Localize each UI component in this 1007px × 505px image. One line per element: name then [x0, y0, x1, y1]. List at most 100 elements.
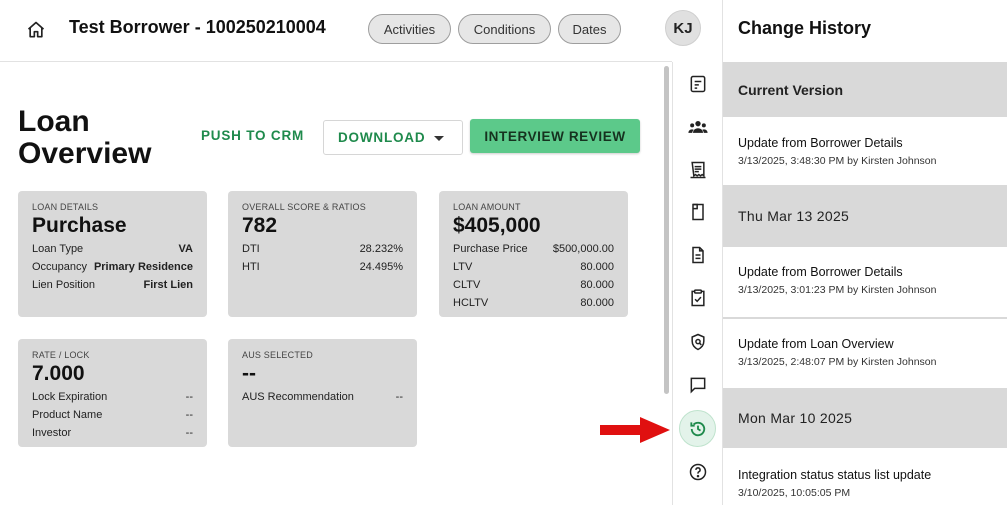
row-value: --	[395, 391, 403, 403]
user-avatar[interactable]: KJ	[665, 10, 701, 46]
interview-review-button[interactable]: INTERVIEW REVIEW	[470, 119, 640, 153]
history-date-header: Mon Mar 10 2025	[723, 388, 1007, 448]
card-row: Purchase Price $500,000.00	[453, 242, 614, 256]
card-row: HCLTV 80.000	[453, 296, 614, 310]
row-label: CLTV	[453, 279, 481, 291]
history-entry[interactable]: Integration status status list update 3/…	[723, 450, 1007, 505]
side-icon-rail	[672, 62, 722, 505]
row-value: 28.232%	[359, 243, 403, 255]
row-label: Lock Expiration	[32, 391, 108, 403]
shield-icon	[691, 333, 705, 351]
score-ratios-card: OVERALL SCORE & RATIOS 782 DTI 28.232% HT…	[228, 191, 417, 317]
document-lines-button[interactable]	[686, 243, 710, 267]
borrower-title: Test Borrower - 100250210004	[69, 17, 326, 37]
score-value: 782	[242, 214, 278, 237]
rate-lock-card: RATE / LOCK 7.000 Lock Expiration -- Prod…	[18, 339, 207, 447]
dates-button[interactable]: Dates	[558, 14, 621, 44]
document-lines-icon	[692, 246, 704, 264]
form-button[interactable]	[686, 72, 710, 96]
loan-purpose-value: Purchase	[32, 214, 127, 237]
row-value: 80.000	[580, 261, 614, 273]
home-icon	[27, 21, 45, 38]
download-label: DOWNLOAD	[338, 130, 426, 145]
top-header: Test Borrower - 100250210004 Activities …	[0, 0, 701, 62]
card-row: Lien Position First Lien	[32, 278, 193, 292]
history-entry[interactable]: Update from Borrower Details 3/13/2025, …	[723, 249, 1007, 317]
card-row: AUS Recommendation --	[242, 390, 403, 404]
history-entry-meta: 3/13/2025, 3:01:23 PM by Kirsten Johnson	[738, 284, 937, 296]
row-label: LTV	[453, 261, 473, 273]
history-date-header: Thu Mar 13 2025	[723, 185, 1007, 247]
history-icon	[689, 421, 705, 436]
row-value: 80.000	[580, 279, 614, 291]
caret-down-icon	[434, 136, 444, 141]
card-label: OVERALL SCORE & RATIOS	[242, 202, 366, 212]
people-button[interactable]	[686, 115, 710, 139]
row-value: 80.000	[580, 297, 614, 309]
home-button[interactable]	[22, 16, 50, 44]
history-entry-meta: 3/10/2025, 10:05:05 PM	[738, 487, 851, 499]
row-label: Occupancy	[32, 261, 88, 273]
current-version-header: Current Version	[723, 62, 1007, 117]
change-history-panel: Change History Current Version Update fr…	[723, 0, 1007, 505]
row-label: DTI	[242, 243, 260, 255]
chat-icon	[690, 377, 706, 394]
main-scrollbar[interactable]	[664, 66, 669, 394]
clipboard-check-button[interactable]	[686, 286, 710, 310]
receipt-button[interactable]	[686, 158, 710, 182]
row-label: HTI	[242, 261, 260, 273]
aus-selected-card: AUS SELECTED -- AUS Recommendation --	[228, 339, 417, 447]
row-label: HCLTV	[453, 297, 489, 309]
row-label: Investor	[32, 427, 72, 439]
activities-button[interactable]: Activities	[368, 14, 451, 44]
card-row: CLTV 80.000	[453, 278, 614, 292]
change-history-title: Change History	[738, 18, 872, 38]
card-label: LOAN AMOUNT	[453, 202, 521, 212]
history-entry[interactable]: Update from Borrower Details 3/13/2025, …	[723, 119, 1007, 183]
row-label: AUS Recommendation	[242, 391, 354, 403]
row-label: Loan Type	[32, 243, 84, 255]
card-label: LOAN DETAILS	[32, 202, 99, 212]
rate-value: 7.000	[32, 362, 85, 385]
history-entry-title: Update from Borrower Details	[738, 265, 903, 279]
card-row: DTI 28.232%	[242, 242, 403, 256]
help-button[interactable]	[686, 460, 710, 484]
card-row: LTV 80.000	[453, 260, 614, 274]
card-row: Product Name --	[32, 408, 193, 422]
red-arrow-icon	[600, 417, 670, 443]
row-label: Lien Position	[32, 279, 95, 291]
form-icon	[690, 75, 706, 93]
row-value: VA	[178, 243, 193, 255]
history-entry-meta: 3/13/2025, 2:48:07 PM by Kirsten Johnson	[738, 356, 937, 368]
chat-button[interactable]	[686, 373, 710, 397]
card-row: Loan Type VA	[32, 242, 193, 256]
download-button[interactable]: DOWNLOAD	[323, 120, 463, 155]
people-icon	[688, 121, 708, 133]
row-value: $500,000.00	[552, 243, 614, 255]
history-separator	[723, 317, 1007, 319]
card-row: Lock Expiration --	[32, 390, 193, 404]
row-label: Product Name	[32, 409, 103, 421]
history-entry[interactable]: Update from Loan Overview 3/13/2025, 2:4…	[723, 320, 1007, 386]
shield-button[interactable]	[686, 330, 710, 354]
history-entry-title: Integration status status list update	[738, 468, 932, 482]
push-to-crm-button[interactable]: PUSH TO CRM	[201, 128, 304, 143]
row-label: Purchase Price	[453, 243, 528, 255]
card-row: Occupancy Primary Residence	[32, 260, 193, 274]
loan-amount-value: $405,000	[453, 214, 541, 237]
card-row: Investor --	[32, 426, 193, 440]
card-row: HTI 24.495%	[242, 260, 403, 274]
conditions-button[interactable]: Conditions	[458, 14, 551, 44]
row-value: Primary Residence	[93, 261, 193, 273]
document-corner-button[interactable]	[686, 200, 710, 224]
history-button[interactable]	[679, 410, 716, 447]
receipt-icon	[690, 161, 706, 179]
row-value: --	[185, 427, 193, 439]
card-label: RATE / LOCK	[32, 350, 90, 360]
help-icon	[689, 463, 707, 481]
history-entry-title: Update from Borrower Details	[738, 136, 903, 150]
row-value: --	[185, 391, 193, 403]
row-value: 24.495%	[359, 261, 403, 273]
document-corner-icon	[692, 203, 704, 221]
row-value: --	[185, 409, 193, 421]
